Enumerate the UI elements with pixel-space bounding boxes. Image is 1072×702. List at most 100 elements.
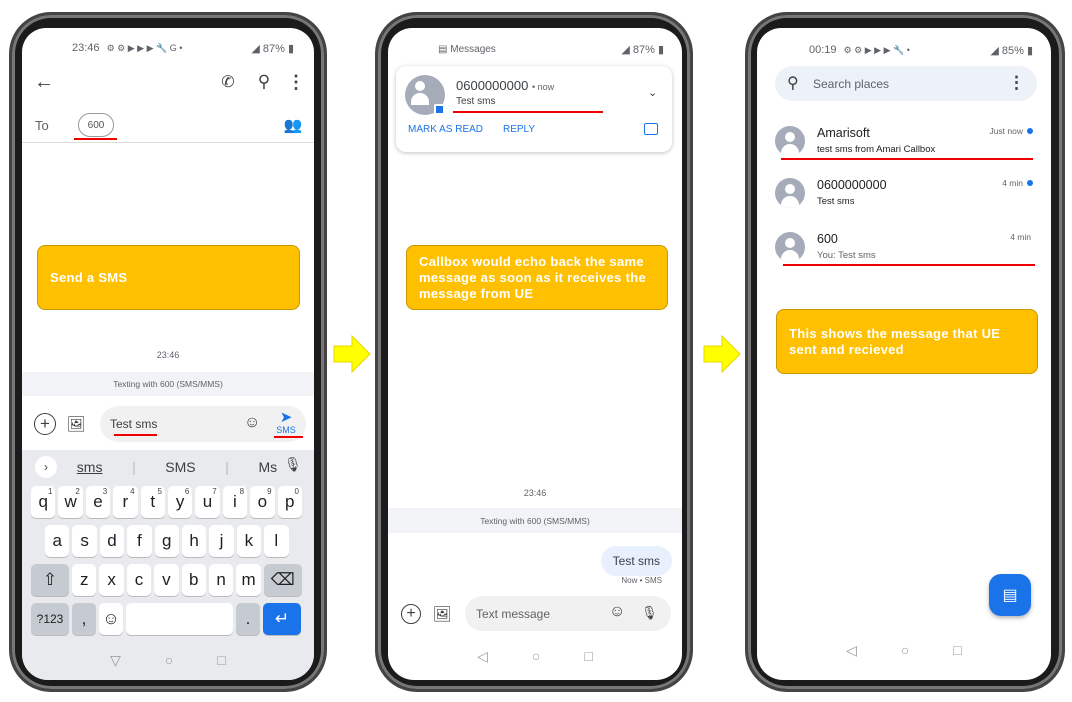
key-letter: t xyxy=(150,492,156,511)
key-letter: o xyxy=(257,492,268,511)
period-key[interactable]: . xyxy=(236,603,260,635)
key-f[interactable]: f xyxy=(127,525,152,557)
mark-as-read-button[interactable]: MARK AS READ xyxy=(408,124,483,135)
shift-key[interactable]: ⇧ xyxy=(31,564,69,596)
expand-suggestions-icon[interactable]: › xyxy=(35,456,57,478)
gallery-icon[interactable]: 🖼 xyxy=(432,604,452,624)
send-sms-button[interactable]: ➤ SMS xyxy=(272,410,300,435)
key-j[interactable]: j xyxy=(209,525,234,557)
add-person-icon[interactable]: 👥 xyxy=(282,115,304,135)
search-bar[interactable]: ⚲ Search places ⋮ xyxy=(775,66,1037,101)
add-attachment-icon[interactable]: + xyxy=(401,604,421,624)
suggestion[interactable]: SMS xyxy=(165,459,195,475)
key-p[interactable]: 0p xyxy=(277,486,302,518)
home-nav-icon[interactable]: ○ xyxy=(165,652,173,669)
key-s[interactable]: s xyxy=(72,525,97,557)
chevron-down-icon[interactable]: ⌄ xyxy=(648,86,657,99)
microphone-icon[interactable]: 🎙 xyxy=(284,456,302,473)
key-row-2: asdfghjkl xyxy=(45,525,289,557)
picture-in-picture-icon[interactable] xyxy=(644,123,658,135)
key-v[interactable]: v xyxy=(154,564,179,596)
key-a[interactable]: a xyxy=(45,525,70,557)
recents-nav-icon[interactable]: □ xyxy=(217,652,225,669)
key-t[interactable]: 5t xyxy=(140,486,165,518)
recents-nav-icon[interactable]: □ xyxy=(584,648,592,665)
comma-key[interactable]: , xyxy=(72,603,96,635)
key-number: 9 xyxy=(267,487,272,496)
space-key[interactable] xyxy=(126,603,233,635)
status-app-name: Messages xyxy=(450,44,496,55)
search-icon[interactable]: ⚲ xyxy=(254,72,274,92)
key-k[interactable]: k xyxy=(236,525,262,557)
home-nav-icon[interactable]: ○ xyxy=(532,648,540,665)
backspace-key[interactable]: ⌫ xyxy=(263,564,302,596)
recipient-chip[interactable]: 600 xyxy=(78,113,114,137)
key-o[interactable]: 9o xyxy=(250,486,275,518)
key-number: 7 xyxy=(212,487,217,496)
emoji-key[interactable]: ☺ xyxy=(99,603,123,635)
suggestion-strip: sms | SMS | Ms xyxy=(62,456,292,478)
message-input[interactable]: Text message ☺ 🎙 xyxy=(465,596,671,631)
key-i[interactable]: 8i xyxy=(222,486,248,518)
key-q[interactable]: 1q xyxy=(31,486,56,518)
key-x[interactable]: x xyxy=(99,564,124,596)
key-letter: y xyxy=(175,492,185,511)
notification-card[interactable]: 0600000000 • now Test sms ⌄ MARK AS READ… xyxy=(396,66,672,152)
conversation-snippet: You: Test sms xyxy=(817,250,876,261)
back-nav-icon[interactable]: ▽ xyxy=(110,652,121,669)
status-icons: ⚙ ⚙ ▶ ▶ ▶ 🔧 G • xyxy=(106,43,183,53)
more-vertical-icon[interactable]: ⋮ xyxy=(1008,73,1025,93)
key-e[interactable]: 3e xyxy=(85,486,111,518)
send-label: SMS xyxy=(276,425,296,435)
key-r[interactable]: 4r xyxy=(113,486,138,518)
unread-dot-icon xyxy=(1027,128,1033,134)
status-icons: ⚙ ⚙ ▶ ▶ ▶ 🔧 • xyxy=(843,45,910,55)
conversation-item[interactable]: 600 You: Test sms 4 min xyxy=(757,230,1051,276)
back-nav-icon[interactable]: ◁ xyxy=(477,648,488,665)
key-m[interactable]: m xyxy=(236,564,261,596)
key-w[interactable]: 2w xyxy=(58,486,83,518)
key-z[interactable]: z xyxy=(72,564,97,596)
battery-level: ◢ 87% ▮ xyxy=(621,44,664,56)
reply-button[interactable]: REPLY xyxy=(503,124,535,135)
emoji-icon[interactable]: ☺ xyxy=(609,603,625,621)
sent-message-bubble[interactable]: Test sms xyxy=(600,546,672,576)
key-h[interactable]: h xyxy=(181,525,207,557)
key-c[interactable]: c xyxy=(126,564,152,596)
key-d[interactable]: d xyxy=(99,525,125,557)
back-nav-icon[interactable]: ◁ xyxy=(846,642,857,659)
recents-nav-icon[interactable]: □ xyxy=(953,642,961,659)
start-chat-button[interactable]: ▤ xyxy=(989,574,1031,616)
phone-call-icon[interactable]: ✆ xyxy=(218,72,238,92)
key-y[interactable]: 6y xyxy=(167,486,193,518)
emoji-icon[interactable]: ☺ xyxy=(244,414,260,432)
key-n[interactable]: n xyxy=(208,564,234,596)
conversation-snippet: Test sms xyxy=(817,196,855,207)
highlight-underline xyxy=(783,264,1035,266)
suggestion[interactable]: sms xyxy=(77,459,103,475)
separator: | xyxy=(225,459,229,475)
key-row-3: ⇧ zxcvbnm ⌫ xyxy=(31,564,302,596)
status-bar: 23:46 ⚙ ⚙ ▶ ▶ ▶ 🔧 G • xyxy=(72,42,182,54)
key-l[interactable]: l xyxy=(264,525,289,557)
conversation-item[interactable]: Amarisoft test sms from Amari Callbox Ju… xyxy=(757,124,1051,170)
home-nav-icon[interactable]: ○ xyxy=(901,642,909,659)
key-letter: i xyxy=(233,492,237,511)
avatar xyxy=(775,232,805,262)
status-time: 00:19 xyxy=(809,44,837,56)
suggestion[interactable]: Ms xyxy=(258,459,277,475)
navigation-bar: ▽ ○ □ xyxy=(22,652,314,669)
microphone-icon[interactable]: 🎙 xyxy=(641,605,658,621)
conversation-item[interactable]: 0600000000 Test sms 4 min xyxy=(757,176,1051,222)
more-vertical-icon[interactable]: ⋮ xyxy=(287,72,305,92)
key-letter: r xyxy=(122,492,129,511)
symbols-key[interactable]: ?123 xyxy=(31,603,69,635)
key-g[interactable]: g xyxy=(154,525,179,557)
key-u[interactable]: 7u xyxy=(195,486,220,518)
back-arrow-icon[interactable]: ← xyxy=(34,71,54,93)
add-attachment-icon[interactable]: + xyxy=(34,413,56,435)
battery-level: ◢ 85% ▮ xyxy=(990,45,1033,57)
gallery-icon[interactable]: 🖼 xyxy=(66,414,86,434)
enter-key[interactable]: ↵ xyxy=(263,603,301,635)
key-b[interactable]: b xyxy=(181,564,206,596)
